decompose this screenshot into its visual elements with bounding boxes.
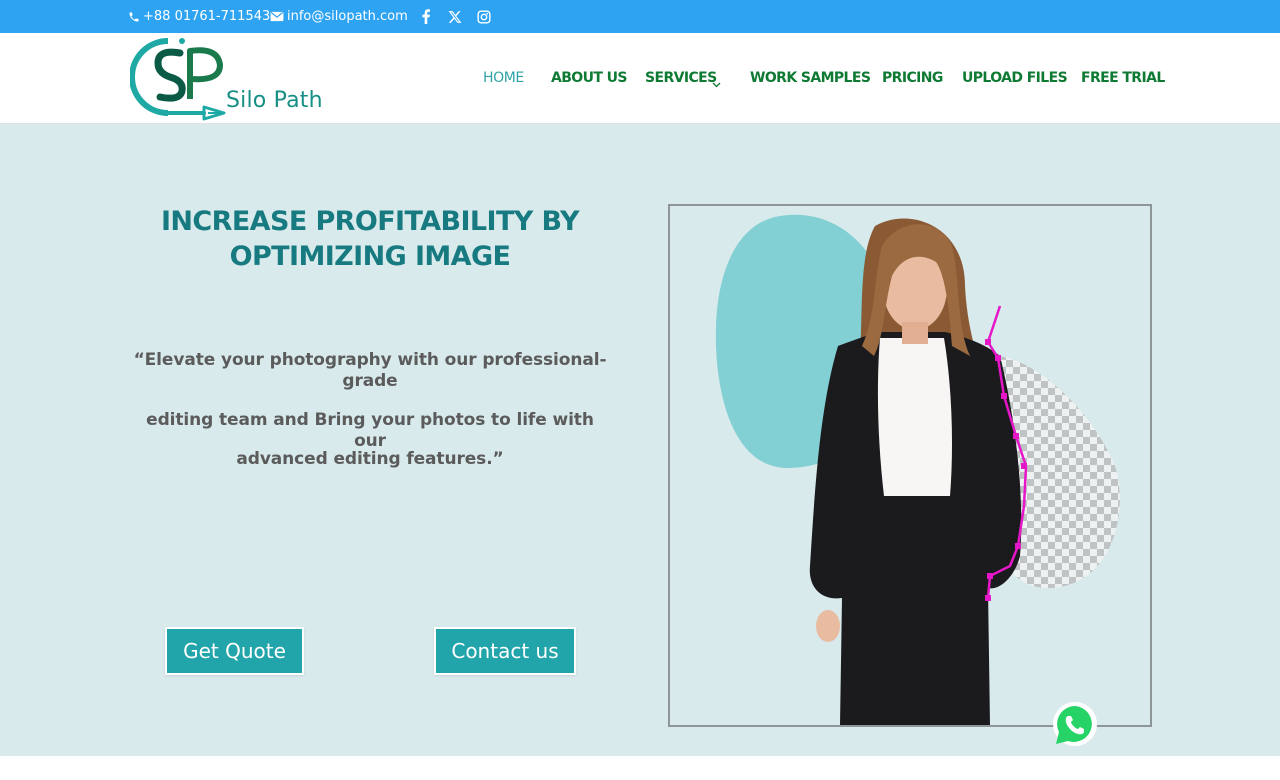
contact-us-button[interactable]: Contact us [434,627,576,675]
phone-number: +88 01761-711543 [143,9,271,24]
hero-quote-line-1: “Elevate your photography with our profe… [133,350,607,391]
instagram-link[interactable] [477,0,491,33]
hero-headline: INCREASE PROFITABILITY BY OPTIMIZING IMA… [140,204,600,274]
headline-line-1: INCREASE PROFITABILITY BY [160,206,580,237]
facebook-icon [422,9,430,24]
nav-about-us[interactable]: ABOUT US [551,70,627,86]
headline-line-2: OPTIMIZING IMAGE [229,241,511,272]
site-logo[interactable]: Silo Path [129,35,345,123]
phone-icon [129,12,139,21]
facebook-link[interactable] [421,0,431,33]
envelope-icon [270,11,284,22]
hero-quote-line-3: advanced editing features.” [236,449,504,469]
phone-contact[interactable]: +88 01761-711543 [128,0,270,33]
site-header: Silo Path HOME ABOUT US SERVICES WORK SA… [0,33,1280,124]
nav-pricing[interactable]: PRICING [882,70,943,86]
nav-free-trial[interactable]: FREE TRIAL [1081,70,1165,86]
hero-quote-line-2: editing team and Bring your photos to li… [146,410,594,451]
logo-text: Silo Path [226,88,323,113]
clipping-path-illustration [715,214,1120,725]
hero-section: INCREASE PROFITABILITY BY OPTIMIZING IMA… [0,124,1280,756]
nav-work-samples[interactable]: WORK SAMPLES [750,70,871,86]
instagram-icon [477,9,491,24]
whatsapp-button[interactable] [1050,700,1100,750]
nav-upload-files[interactable]: UPLOAD FILES [962,70,1068,86]
get-quote-button[interactable]: Get Quote [165,627,304,675]
nav-services[interactable]: SERVICES [645,70,717,86]
x-icon [448,10,462,23]
nav-home[interactable]: HOME [483,70,524,86]
top-bar: +88 01761-711543 info@silopath.com [0,0,1280,33]
chevron-down-icon[interactable] [712,73,721,92]
whatsapp-icon [1053,702,1097,746]
email-contact[interactable]: info@silopath.com [270,0,408,33]
hero-image [668,204,1152,727]
email-address: info@silopath.com [287,9,408,24]
x-link[interactable] [448,0,462,33]
page-bottom [0,756,1280,780]
